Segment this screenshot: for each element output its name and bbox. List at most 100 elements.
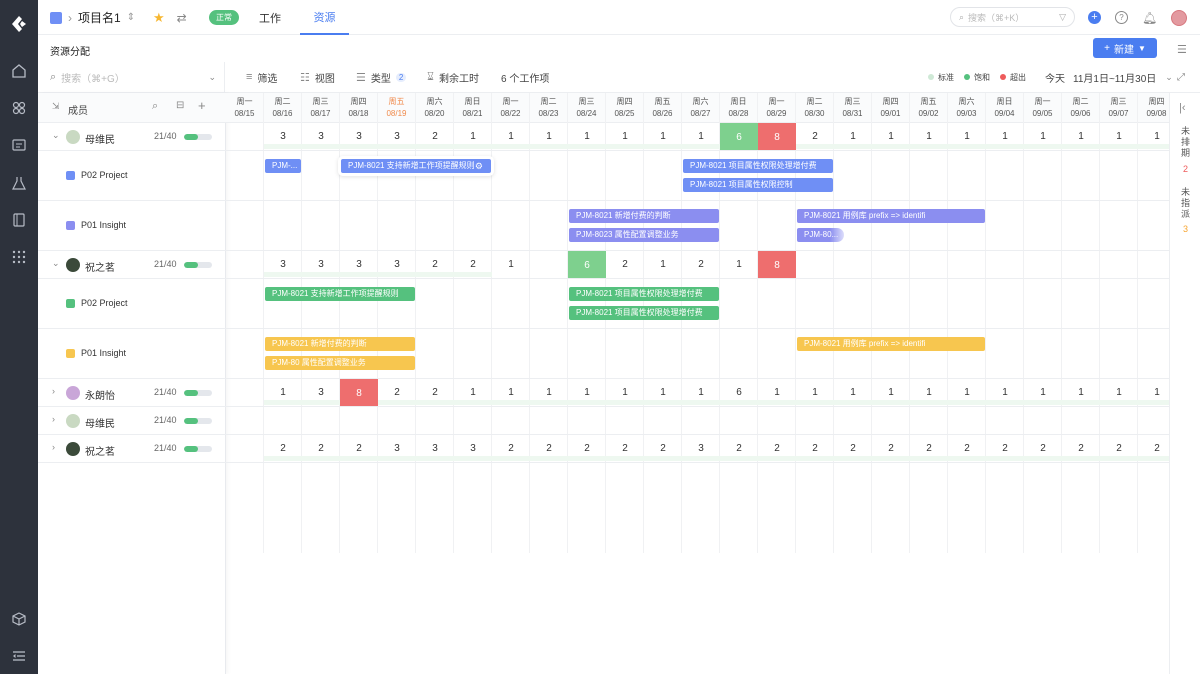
workload-cell[interactable]: 2	[340, 443, 378, 454]
workload-cell[interactable]: 2	[986, 443, 1024, 454]
add-member-icon[interactable]: +	[198, 98, 206, 113]
project-row[interactable]: P01 Insight	[38, 201, 226, 251]
workload-cell[interactable]: 2	[568, 443, 606, 454]
workload-cell[interactable]: 1	[872, 387, 910, 398]
task-bar[interactable]: PJM-8021 新增付费的判断	[569, 209, 719, 223]
workload-cell[interactable]: 1	[264, 387, 302, 398]
workload-cell[interactable]: 2	[1024, 443, 1062, 454]
workload-cell-red[interactable]: 8	[758, 251, 796, 279]
workload-cell[interactable]: 3	[340, 131, 378, 142]
workload-cell[interactable]: 1	[1100, 131, 1138, 142]
workload-cell[interactable]: 3	[378, 443, 416, 454]
workload-cell[interactable]: 1	[986, 131, 1024, 142]
workload-cell[interactable]: 2	[948, 443, 986, 454]
workload-cell[interactable]: 1	[530, 131, 568, 142]
testing-flask-icon[interactable]	[0, 172, 38, 194]
workload-cell[interactable]: 1	[644, 131, 682, 142]
task-bar[interactable]: PJM-8021 支持新增工作项提醒规则 ⚙	[341, 159, 491, 173]
remaining-hours-button[interactable]: ⌛︎ 剩余工时	[427, 62, 479, 92]
task-bar[interactable]: PJM-8021 用例库 prefix => identifi	[797, 209, 985, 223]
switch-project-icon[interactable]: ⇕	[127, 12, 135, 23]
workload-cell[interactable]: 1	[606, 131, 644, 142]
wiki-book-icon[interactable]	[0, 209, 38, 231]
workload-cell-red[interactable]: 8	[340, 379, 378, 407]
workload-cell[interactable]: 1	[720, 259, 758, 270]
swap-icon[interactable]: ⇄	[177, 11, 187, 25]
member-search-icon[interactable]: ⌕	[152, 100, 158, 113]
global-search-box[interactable]: ⌕ 搜索（⌘+K） ▽	[950, 7, 1075, 27]
filter-funnel-icon[interactable]: ▽	[1059, 12, 1066, 23]
workload-cell[interactable]: 2	[720, 443, 758, 454]
task-bar[interactable]: PJM-8023 属性配置调整业务	[569, 228, 719, 242]
unassigned-label[interactable]: 未指派	[1180, 187, 1191, 220]
workload-cell[interactable]: 3	[682, 443, 720, 454]
tab-resource[interactable]: 资源	[300, 0, 349, 35]
task-bar[interactable]: PJM-8021 用例库 prefix => identifi	[797, 337, 985, 351]
workload-cell[interactable]: 1	[910, 387, 948, 398]
type-button[interactable]: ☰ 类型 2	[356, 62, 407, 92]
chevron-right-icon[interactable]: ›	[52, 442, 55, 452]
workload-cell[interactable]: 2	[454, 259, 492, 270]
workload-cell[interactable]: 1	[1100, 387, 1138, 398]
project-icon[interactable]	[0, 134, 38, 156]
workload-cell[interactable]: 2	[644, 443, 682, 454]
item-search-input[interactable]: ⌕ 搜索（⌘+G） ⌄	[50, 62, 225, 92]
task-bar[interactable]: PJM-80 属性配置调整业务	[265, 356, 415, 370]
workload-cell[interactable]: 1	[910, 131, 948, 142]
member-row[interactable]: › 永朗怡 21/40	[38, 379, 226, 407]
workload-cell[interactable]: 1	[644, 259, 682, 270]
group-icon[interactable]: ⊟	[176, 100, 184, 111]
task-bar[interactable]: PJM-...	[265, 159, 301, 173]
workload-cell[interactable]: 3	[454, 443, 492, 454]
workload-cell[interactable]: 2	[1100, 443, 1138, 454]
workload-cell[interactable]: 3	[340, 259, 378, 270]
cube-icon[interactable]	[0, 608, 38, 630]
workload-cell[interactable]: 1	[568, 387, 606, 398]
apps-grid-icon[interactable]	[0, 97, 38, 119]
workload-cell[interactable]: 1	[530, 387, 568, 398]
task-bar[interactable]: PJM-8021 新增付费的判断	[265, 337, 415, 351]
workload-cell[interactable]: 1	[1138, 387, 1169, 398]
add-circle-icon[interactable]: +	[1088, 11, 1101, 24]
workload-cell[interactable]: 2	[606, 443, 644, 454]
chevron-down-icon[interactable]: ⌄	[52, 130, 60, 141]
workload-cell[interactable]: 1	[948, 131, 986, 142]
workload-cell[interactable]: 1	[1024, 387, 1062, 398]
collapse-right-icon[interactable]: |‹	[1179, 102, 1186, 114]
workload-cell[interactable]: 2	[758, 443, 796, 454]
project-row[interactable]: P01 Insight	[38, 329, 226, 379]
help-icon[interactable]: ?	[1115, 11, 1128, 24]
workload-cell[interactable]: 3	[264, 259, 302, 270]
workload-cell[interactable]: 2	[1138, 443, 1169, 454]
view-button[interactable]: ☷ 视图	[300, 62, 335, 92]
workload-cell[interactable]: 1	[758, 387, 796, 398]
workload-cell[interactable]: 2	[416, 387, 454, 398]
more-apps-icon[interactable]	[0, 246, 38, 268]
task-bar[interactable]: PJM-8021 项目属性权限控制	[683, 178, 833, 192]
project-row[interactable]: P02 Project	[38, 279, 226, 329]
workload-cell[interactable]: 2	[302, 443, 340, 454]
workload-cell-green[interactable]: 6	[568, 251, 606, 279]
workload-cell-red[interactable]: 8	[758, 123, 796, 151]
tab-work[interactable]: 工作	[259, 0, 281, 35]
workload-cell[interactable]: 1	[492, 131, 530, 142]
collapse-menu-icon[interactable]	[0, 645, 38, 667]
workload-cell[interactable]: 1	[492, 259, 530, 270]
workload-cell[interactable]: 2	[606, 259, 644, 270]
filter-button[interactable]: ≡ 筛选	[246, 62, 277, 92]
workload-cell[interactable]: 1	[834, 131, 872, 142]
member-row[interactable]: › 祝之茗 21/40	[38, 435, 226, 463]
workload-cell[interactable]: 1	[454, 131, 492, 142]
notification-bell-icon[interactable]: 🔔︎	[1142, 11, 1157, 25]
workload-cell[interactable]: 2	[796, 131, 834, 142]
workload-cell[interactable]: 1	[568, 131, 606, 142]
workload-cell[interactable]: 2	[796, 443, 834, 454]
workload-cell[interactable]: 1	[606, 387, 644, 398]
workload-cell-green[interactable]: 6	[720, 123, 758, 151]
workload-cell[interactable]: 1	[796, 387, 834, 398]
status-badge[interactable]: 正常	[209, 10, 239, 25]
workload-cell[interactable]: 1	[492, 387, 530, 398]
workload-cell[interactable]: 6	[720, 387, 758, 398]
chevron-right-icon[interactable]: ›	[52, 414, 55, 424]
collapse-all-icon[interactable]: ⇲	[52, 101, 60, 112]
